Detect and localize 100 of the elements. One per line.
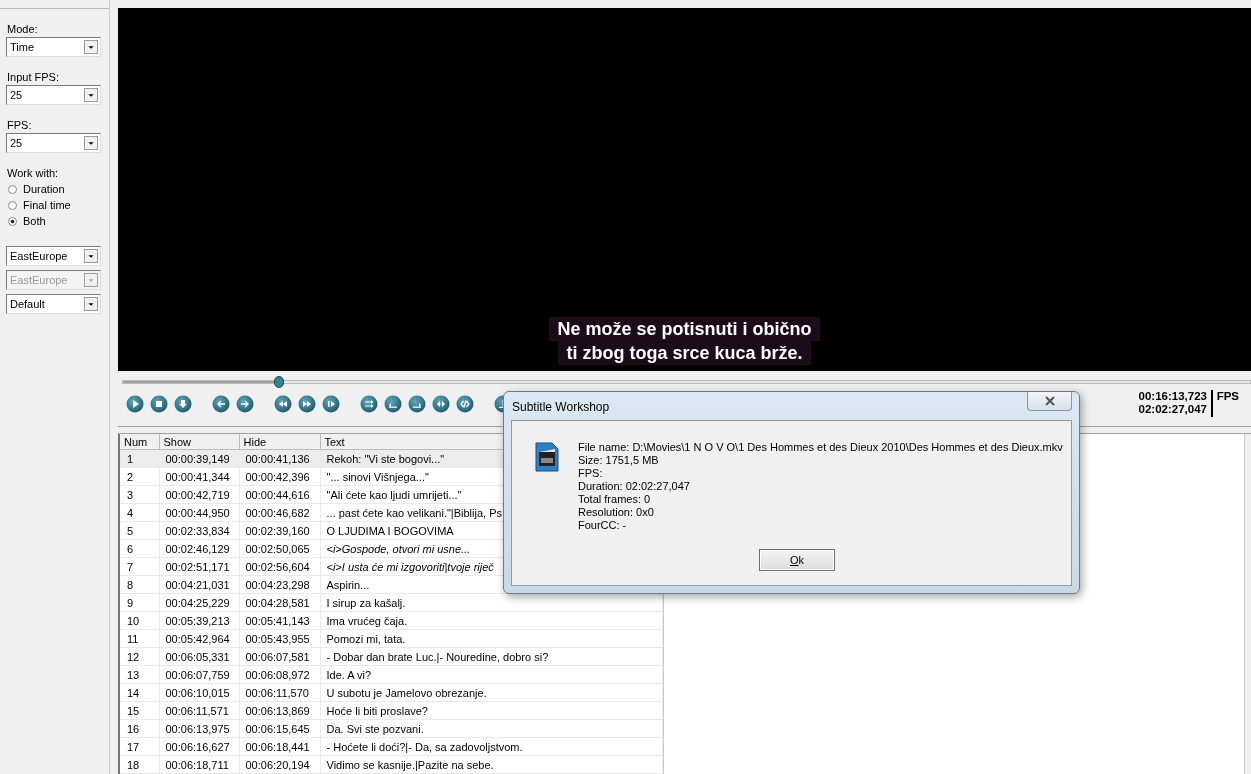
caret-icon [84, 88, 98, 102]
table-cell[interactable]: 00:00:42,396 [239, 467, 320, 486]
table-cell[interactable]: 13 [119, 665, 159, 684]
total-duration: 02:02:27,047 [1138, 403, 1207, 416]
radio-button[interactable]: Duration [7, 181, 109, 197]
table-cell[interactable]: 00:06:15,645 [239, 719, 320, 738]
table-cell[interactable]: 00:05:39,213 [159, 611, 239, 630]
table-cell[interactable]: 00:00:46,682 [239, 503, 320, 522]
table-cell[interactable]: 11 [119, 629, 159, 648]
table-cell[interactable]: 00:00:44,616 [239, 485, 320, 504]
rewind-icon[interactable] [274, 395, 292, 413]
expand-arrows-icon[interactable] [432, 395, 450, 413]
table-cell[interactable]: 00:06:11,570 [239, 683, 320, 702]
radio-button[interactable]: Final time [7, 197, 109, 213]
two-arrows-icon[interactable] [360, 395, 378, 413]
table-cell[interactable]: 00:06:18,711 [159, 755, 239, 774]
table-cell[interactable]: 00:04:25,229 [159, 593, 239, 612]
table-cell[interactable]: 00:04:23,298 [239, 575, 320, 594]
close-button[interactable] [1027, 392, 1072, 411]
right-corner-icon[interactable] [408, 395, 426, 413]
table-cell[interactable]: 18 [119, 755, 159, 774]
column-header[interactable]: Hide [239, 434, 320, 450]
table-cell[interactable]: 00:06:07,759 [159, 665, 239, 684]
table-cell[interactable]: - Hoćete li doći?|- Da, sa zadovoljstvom. [320, 737, 663, 756]
table-cell[interactable]: 6 [119, 539, 159, 558]
table-cell[interactable]: 00:06:18,441 [239, 737, 320, 756]
table-cell[interactable]: 00:06:05,331 [159, 647, 239, 666]
column-header[interactable]: Num [119, 434, 159, 450]
table-cell[interactable]: 00:05:42,964 [159, 629, 239, 648]
step-forward-icon[interactable] [322, 395, 340, 413]
left-corner-icon[interactable] [384, 395, 402, 413]
table-cell[interactable]: 00:00:44,950 [159, 503, 239, 522]
fps-label: FPS [1216, 390, 1239, 402]
scrollbar[interactable] [1244, 434, 1251, 774]
dropdown[interactable]: 25 [6, 133, 101, 153]
table-cell[interactable]: 12 [119, 647, 159, 666]
dropdown[interactable]: Default [6, 294, 101, 314]
table-cell[interactable]: 00:05:43,955 [239, 629, 320, 648]
video-file-icon [534, 441, 560, 473]
table-cell[interactable]: Da. Svi ste pozvani. [320, 719, 663, 738]
info-line: FourCC: - [578, 519, 628, 532]
stop-icon[interactable] [150, 395, 168, 413]
table-cell[interactable]: 00:02:33,834 [159, 521, 239, 540]
table-cell[interactable]: 00:00:42,719 [159, 485, 239, 504]
table-cell[interactable]: 00:06:13,869 [239, 701, 320, 720]
field-label: Input FPS: [7, 70, 59, 84]
table-cell[interactable]: 5 [119, 521, 159, 540]
info-line: Resolution: 0x0 [578, 506, 655, 519]
table-cell[interactable]: Pomozi mi, tata. [320, 629, 663, 648]
table-cell[interactable]: 2 [119, 467, 159, 486]
play-icon[interactable] [126, 395, 144, 413]
table-cell[interactable]: 15 [119, 701, 159, 720]
table-cell[interactable]: - Dobar dan brate Luc.|- Nouredine, dobro si? [320, 647, 663, 666]
column-header[interactable]: Show [159, 434, 239, 450]
dropdown[interactable]: 25 [6, 85, 101, 105]
close-icon [1043, 396, 1056, 406]
dialog-title: Subtitle Workshop [512, 400, 610, 414]
table-cell[interactable]: 00:02:50,065 [239, 539, 320, 558]
current-time: 00:16:13,723 [1138, 390, 1207, 403]
table-cell[interactable]: 4 [119, 503, 159, 522]
caret-icon [84, 136, 98, 150]
table-cell[interactable]: 10 [119, 611, 159, 630]
table-cell[interactable]: 00:02:56,604 [239, 557, 320, 576]
table-cell[interactable]: 8 [119, 575, 159, 594]
caret-icon [84, 273, 98, 287]
dropdown[interactable]: EastEurope [6, 246, 101, 266]
table-cell[interactable]: 00:06:11,571 [159, 701, 239, 720]
code-brackets-icon[interactable] [456, 395, 474, 413]
field-label: Work with: [7, 166, 59, 180]
table-cell[interactable]: 17 [119, 737, 159, 756]
table-cell[interactable]: 00:02:39,160 [239, 521, 320, 540]
radio-button[interactable]: Both [7, 213, 109, 229]
table-cell[interactable]: 00:05:41,143 [239, 611, 320, 630]
table-cell[interactable]: Hoće li biti proslave? [320, 701, 663, 720]
table-cell[interactable]: Vidimo se kasnije.|Pazite na sebe. [320, 755, 663, 774]
fast-forward-icon[interactable] [298, 395, 316, 413]
table-cell[interactable]: Ima vrućeg čaja. [320, 611, 663, 630]
field-label: Mode: [7, 22, 38, 36]
caret-icon [84, 249, 98, 263]
table-cell[interactable]: 7 [119, 557, 159, 576]
table-cell[interactable]: U subotu je Jamelovo obrezanje. [320, 683, 663, 702]
ok-button[interactable]: Ok [759, 549, 835, 571]
table-cell[interactable]: 9 [119, 593, 159, 612]
table-cell[interactable]: Ide. A vi? [320, 665, 663, 684]
table-cell[interactable]: 16 [119, 719, 159, 738]
table-cell[interactable]: 00:06:08,972 [239, 665, 320, 684]
table-cell[interactable]: 3 [119, 485, 159, 504]
table-cell[interactable]: 14 [119, 683, 159, 702]
table-cell[interactable]: 00:02:46,129 [159, 539, 239, 558]
table-cell[interactable]: 00:06:10,015 [159, 683, 239, 702]
table-cell[interactable]: 00:02:51,171 [159, 557, 239, 576]
table-cell[interactable]: 00:00:41,344 [159, 467, 239, 486]
table-cell[interactable]: 00:06:07,581 [239, 647, 320, 666]
table-cell[interactable]: 00:06:20,194 [239, 755, 320, 774]
seek-handle[interactable] [273, 376, 284, 388]
table-cell[interactable]: 00:06:13,975 [159, 719, 239, 738]
table-cell[interactable]: 00:04:21,031 [159, 575, 239, 594]
table-cell[interactable]: 00:06:16,627 [159, 737, 239, 756]
table-cell[interactable]: 00:04:28,581 [239, 593, 320, 612]
dropdown[interactable]: Time [6, 37, 101, 57]
